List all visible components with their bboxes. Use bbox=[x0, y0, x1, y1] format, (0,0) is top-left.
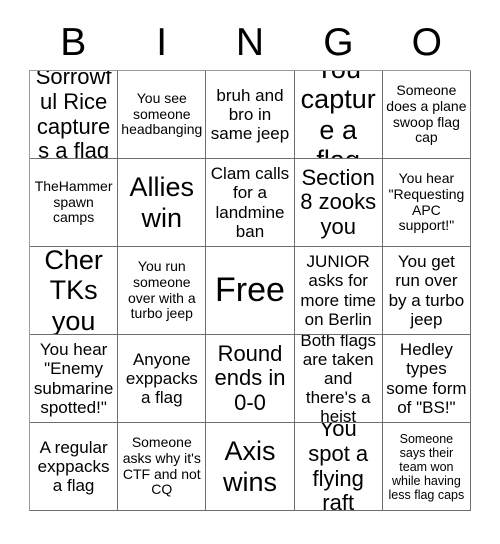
bingo-cell-label: You run someone over with a turbo jeep bbox=[127, 258, 196, 322]
bingo-cell-label: Hedley types some form of "BS!" bbox=[386, 340, 467, 417]
bingo-cell-r3c2[interactable]: You run someone over with a turbo jeep bbox=[118, 247, 207, 335]
bingo-cell-r3c4[interactable]: JUNIOR asks for more time on Berlin bbox=[294, 247, 383, 335]
bingo-cell-label: A regular exppacks a flag bbox=[37, 437, 110, 496]
bingo-cell-label: Free bbox=[215, 271, 285, 310]
header-letter-o: O bbox=[411, 20, 442, 64]
header-letter-g: G bbox=[323, 20, 354, 64]
bingo-cell-label: TheHammer spawn camps bbox=[34, 177, 113, 226]
bingo-cell-r1c5[interactable]: Someone does a plane swoop flag cap bbox=[382, 71, 471, 159]
bingo-cell-r2c3[interactable]: Clam calls for a landmine ban bbox=[206, 159, 295, 247]
bingo-cell-label: You hear "Requesting APC support!" bbox=[388, 170, 465, 234]
bingo-cell-label: Anyone exppacks a flag bbox=[125, 349, 198, 408]
bingo-card: B I N G O Sorrowful Rice captures a flag… bbox=[0, 0, 500, 544]
bingo-cell-r3c3[interactable]: Free bbox=[206, 247, 295, 335]
bingo-cell-label: You spot a flying raft bbox=[308, 423, 369, 511]
bingo-cell-r4c1[interactable]: You hear "Enemy submarine spotted!" bbox=[30, 335, 119, 423]
bingo-cell-label: Axis wins bbox=[222, 436, 277, 497]
bingo-cell-r4c4[interactable]: Both flags are taken and there's a heist bbox=[294, 335, 383, 423]
bingo-cell-r5c1[interactable]: A regular exppacks a flag bbox=[30, 423, 119, 511]
header-letter-b: B bbox=[60, 20, 87, 64]
bingo-cell-r2c1[interactable]: TheHammer spawn camps bbox=[30, 159, 119, 247]
bingo-cell-label: Someone says their team won while having… bbox=[388, 431, 465, 502]
header-letter-i: I bbox=[156, 20, 168, 64]
bingo-grid: Sorrowful Rice captures a flag You see so… bbox=[29, 70, 471, 511]
bingo-cell-label: You get run over by a turbo jeep bbox=[388, 252, 465, 329]
bingo-cell-label: You see someone headbanging bbox=[121, 89, 203, 138]
bingo-cell-r4c2[interactable]: Anyone exppacks a flag bbox=[118, 335, 207, 423]
bingo-cell-label: Cher TKs you bbox=[44, 247, 103, 335]
bingo-cell-label: Section 8 zooks you bbox=[300, 164, 377, 239]
bingo-cell-r1c2[interactable]: You see someone headbanging bbox=[118, 71, 207, 159]
bingo-cell-label: You capture a flag bbox=[300, 71, 376, 158]
bingo-header: B I N G O bbox=[29, 14, 471, 70]
bingo-cell-r3c1[interactable]: Cher TKs you bbox=[30, 247, 119, 335]
bingo-cell-r5c4[interactable]: You spot a flying raft bbox=[294, 423, 383, 511]
bingo-cell-label: bruh and bro in same jeep bbox=[210, 85, 290, 144]
bingo-cell-r2c2[interactable]: Allies win bbox=[118, 159, 207, 247]
bingo-cell-r1c4[interactable]: You capture a flag bbox=[294, 71, 383, 159]
bingo-cell-label: Allies win bbox=[129, 172, 195, 233]
bingo-cell-label: Someone asks why it's CTF and not CQ bbox=[122, 434, 201, 498]
bingo-cell-r1c1[interactable]: Sorrowful Rice captures a flag bbox=[30, 71, 119, 159]
bingo-cell-r4c3[interactable]: Round ends in 0-0 bbox=[206, 335, 295, 423]
bingo-cell-r5c5[interactable]: Someone says their team won while having… bbox=[382, 423, 471, 511]
bingo-cell-r2c5[interactable]: You hear "Requesting APC support!" bbox=[382, 159, 471, 247]
bingo-cell-label: Both flags are taken and there's a heist bbox=[300, 335, 376, 423]
bingo-cell-r5c3[interactable]: Axis wins bbox=[206, 423, 295, 511]
bingo-cell-r4c5[interactable]: Hedley types some form of "BS!" bbox=[382, 335, 471, 423]
bingo-cell-r5c2[interactable]: Someone asks why it's CTF and not CQ bbox=[118, 423, 207, 511]
bingo-cell-label: JUNIOR asks for more time on Berlin bbox=[300, 252, 376, 329]
bingo-cell-r3c5[interactable]: You get run over by a turbo jeep bbox=[382, 247, 471, 335]
bingo-cell-label: Clam calls for a landmine ban bbox=[210, 164, 290, 241]
bingo-cell-r2c4[interactable]: Section 8 zooks you bbox=[294, 159, 383, 247]
bingo-cell-label: You hear "Enemy submarine spotted!" bbox=[33, 340, 114, 417]
bingo-cell-r1c3[interactable]: bruh and bro in same jeep bbox=[206, 71, 295, 159]
bingo-cell-label: Someone does a plane swoop flag cap bbox=[386, 82, 467, 146]
header-letter-n: N bbox=[235, 20, 265, 64]
bingo-cell-label: Sorrowful Rice captures a flag bbox=[35, 71, 112, 159]
bingo-cell-label: Round ends in 0-0 bbox=[214, 340, 286, 415]
